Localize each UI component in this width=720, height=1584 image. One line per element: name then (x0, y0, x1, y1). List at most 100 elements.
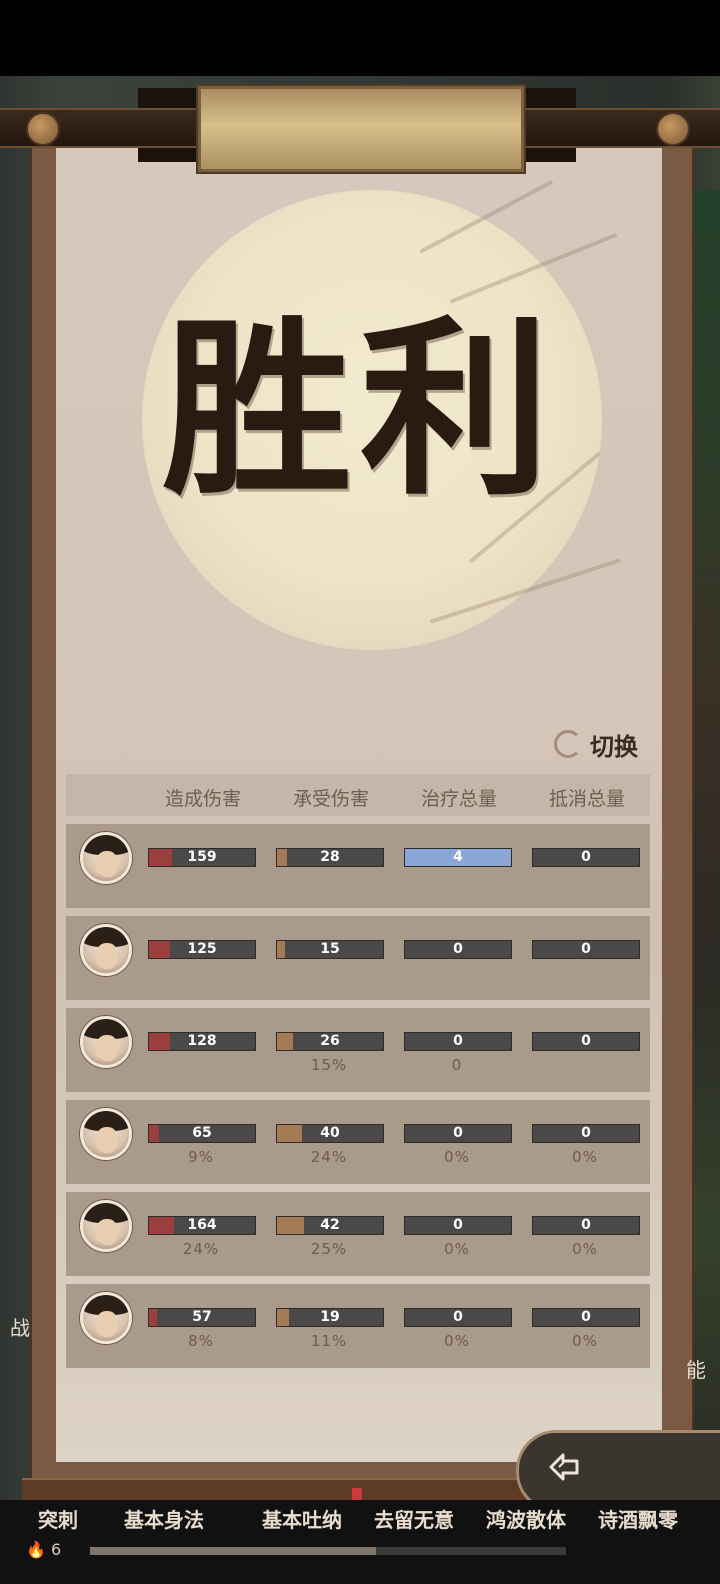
hero-avatar[interactable] (80, 1292, 132, 1344)
col-heal: 治疗总量 (420, 788, 497, 810)
damage-value: 159 (187, 849, 217, 865)
stats-row: 164 24% 42 25% 0 0% 0 0% (66, 1192, 650, 1276)
skill-item[interactable]: 基本吐纳 (262, 1504, 342, 1533)
shield-value: 0 (581, 941, 591, 957)
damage-value: 125 (187, 941, 217, 957)
heal-bar: 0 (404, 940, 512, 959)
exp-bar (90, 1547, 566, 1555)
taken-value: 28 (320, 849, 340, 865)
heal-bar: 4 (404, 848, 512, 867)
damage-percent: 9% (188, 1148, 214, 1166)
skill-item[interactable]: 诗酒飘零 (598, 1504, 678, 1533)
shield-bar: 0 (532, 1032, 640, 1051)
damage-bar: 128 (148, 1032, 256, 1051)
heal-value: 0 (453, 1125, 463, 1141)
stats-row: 125 15 0 0 (66, 916, 650, 1000)
shield-percent: 0% (572, 1148, 598, 1166)
stats-row: 57 8% 19 11% 0 0% 0 0% (66, 1284, 650, 1368)
shield-bar: 0 (532, 1216, 640, 1235)
switch-button[interactable]: 切换 (554, 726, 638, 762)
taken-percent: 24% (310, 1148, 348, 1166)
shield-percent: 0% (572, 1240, 598, 1258)
taken-bar: 26 (276, 1032, 384, 1051)
level-value: 6 (51, 1540, 62, 1559)
hero-avatar[interactable] (80, 1200, 132, 1252)
damage-bar: 159 (148, 848, 256, 867)
shield-bar: 0 (532, 1124, 640, 1143)
rod-knob-right (656, 112, 690, 146)
col-shield: 抵消总量 (548, 788, 625, 810)
heal-percent: 0% (444, 1332, 470, 1350)
stats-row: 65 9% 40 24% 0 0% 0 0% (66, 1100, 650, 1184)
shield-value: 0 (581, 1217, 591, 1233)
skill-item[interactable]: 突刺 (38, 1504, 78, 1533)
heal-bar: 0 (404, 1032, 512, 1051)
shield-percent: 0% (572, 1332, 598, 1350)
shield-bar: 0 (532, 940, 640, 959)
taken-value: 42 (320, 1217, 340, 1233)
skill-item[interactable]: 鸿波散体 (486, 1504, 566, 1533)
exp-fill (90, 1547, 376, 1555)
col-damage: 造成伤害 (164, 788, 241, 810)
hero-avatar[interactable] (80, 924, 132, 976)
damage-percent: 8% (188, 1332, 214, 1350)
side-label-right: 能 (686, 1358, 706, 1382)
stats-header: 造成伤害 承受伤害 治疗总量 抵消总量 (66, 774, 650, 816)
scroll-bottom-rod (22, 1478, 582, 1502)
shield-bar: 0 (532, 1308, 640, 1327)
shield-value: 0 (581, 1033, 591, 1049)
heal-value: 0 (453, 1309, 463, 1325)
taken-value: 19 (320, 1309, 340, 1325)
side-label-left: 战 (10, 1316, 30, 1340)
damage-bar: 125 (148, 940, 256, 959)
fire-icon: 🔥 (26, 1540, 46, 1559)
shield-value: 0 (581, 849, 591, 865)
taken-percent: 11% (310, 1332, 348, 1350)
taken-bar: 19 (276, 1308, 384, 1327)
heal-value: 0 (453, 1217, 463, 1233)
damage-bar: 164 (148, 1216, 256, 1235)
damage-bar: 65 (148, 1124, 256, 1143)
taken-value: 40 (320, 1125, 340, 1141)
col-taken: 承受伤害 (292, 788, 369, 810)
damage-value: 65 (192, 1125, 212, 1141)
skill-item[interactable]: 基本身法 (124, 1504, 204, 1533)
damage-value: 128 (187, 1033, 217, 1049)
heal-percent: 0 (451, 1056, 463, 1074)
level-indicator: 🔥 6 (26, 1540, 61, 1559)
top-plaque (196, 84, 526, 174)
victory-title: 胜利 (161, 298, 558, 521)
hero-avatar[interactable] (80, 1016, 132, 1068)
hero-avatar[interactable] (80, 832, 132, 884)
taken-bar: 40 (276, 1124, 384, 1143)
heal-percent: 0% (444, 1148, 470, 1166)
taken-percent: 15% (310, 1056, 348, 1074)
heal-percent: 0% (444, 1240, 470, 1258)
forward-arrow-icon (549, 1453, 579, 1481)
shield-bar: 0 (532, 848, 640, 867)
shield-value: 0 (581, 1125, 591, 1141)
refresh-icon (554, 730, 582, 758)
rod-knob-left (26, 112, 60, 146)
heal-bar: 0 (404, 1308, 512, 1327)
taken-bar: 28 (276, 848, 384, 867)
heal-value: 4 (453, 849, 463, 865)
damage-value: 57 (192, 1309, 212, 1325)
switch-label: 切换 (590, 731, 638, 761)
taken-percent: 25% (310, 1240, 348, 1258)
stats-row: 128 26 15% 0 0 0 (66, 1008, 650, 1092)
heal-bar: 0 (404, 1216, 512, 1235)
taken-value: 15 (320, 941, 340, 957)
heal-value: 0 (453, 941, 463, 957)
hero-avatar[interactable] (80, 1108, 132, 1160)
skill-item[interactable]: 去留无意 (374, 1504, 454, 1533)
taken-value: 26 (320, 1033, 340, 1049)
damage-value: 164 (187, 1217, 217, 1233)
heal-bar: 0 (404, 1124, 512, 1143)
taken-bar: 15 (276, 940, 384, 959)
stats-row: 159 28 4 0 (66, 824, 650, 908)
damage-bar: 57 (148, 1308, 256, 1327)
shield-value: 0 (581, 1309, 591, 1325)
taken-bar: 42 (276, 1216, 384, 1235)
damage-percent: 24% (182, 1240, 220, 1258)
